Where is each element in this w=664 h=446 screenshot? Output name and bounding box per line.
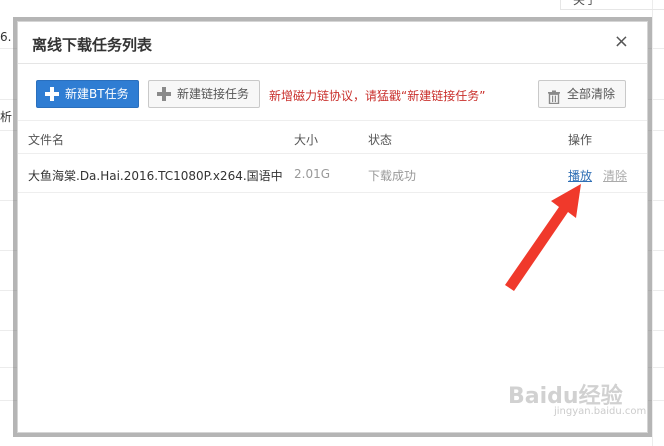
dialog-header: 离线下载任务列表 × (18, 22, 647, 64)
plus-icon (157, 87, 171, 101)
bg-text-fragment: 6. (0, 30, 12, 44)
play-link[interactable]: 播放 (568, 167, 592, 184)
close-icon[interactable]: × (614, 32, 629, 52)
file-size: 2.01G (294, 167, 331, 181)
column-header-size: 大小 (294, 133, 319, 147)
toolbar: 新建BT任务 新建链接任务 新增磁力链协议，请猛戳“新建链接任务” 全部清除 (18, 80, 647, 110)
watermark-sub: jingyan.baidu.com (554, 406, 647, 417)
bg-top-right-cell: 关于 (560, 0, 664, 10)
bg-top-right-text: 关于 (573, 0, 598, 7)
dialog-title: 离线下载任务列表 (32, 36, 153, 54)
new-bt-task-label: 新建BT任务 (65, 87, 129, 101)
clear-all-label: 全部清除 (567, 87, 616, 101)
remove-link[interactable]: 清除 (603, 167, 627, 184)
new-link-task-label: 新建链接任务 (177, 87, 250, 101)
column-header-actions: 操作 (568, 133, 593, 147)
table-row: 大鱼海棠.Da.Hai.2016.TC1080P.x264.国语中… 2.01G… (18, 155, 647, 193)
offline-download-dialog: 离线下载任务列表 × 新建BT任务 新建链接任务 新增磁力链协议，请猛戳“新建链… (17, 21, 648, 433)
new-bt-task-button[interactable]: 新建BT任务 (36, 80, 139, 108)
new-link-task-button[interactable]: 新建链接任务 (148, 80, 260, 108)
file-name: 大鱼海棠.Da.Hai.2016.TC1080P.x264.国语中… (28, 169, 283, 183)
magnet-notice: 新增磁力链协议，请猛戳“新建链接任务” (269, 89, 486, 103)
table-header: 文件名 大小 状态 操作 (18, 120, 647, 154)
trash-icon (547, 87, 561, 105)
bg-divider (652, 0, 653, 446)
watermark: Baidu经验 jingyan.baidu.com (508, 378, 646, 417)
download-status: 下载成功 (368, 169, 417, 183)
clear-all-button[interactable]: 全部清除 (538, 80, 626, 108)
column-header-name: 文件名 (28, 133, 65, 147)
plus-icon (45, 87, 59, 101)
column-header-status: 状态 (368, 133, 393, 147)
bg-text-fragment: 析 (0, 110, 13, 124)
